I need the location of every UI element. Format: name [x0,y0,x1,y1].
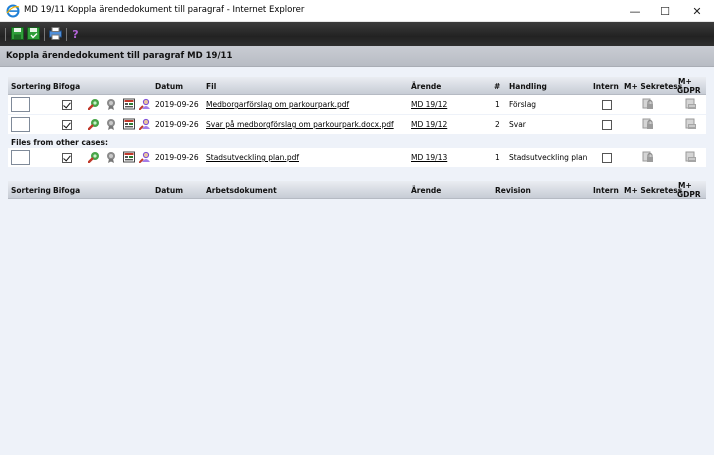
col-sortering[interactable]: Sortering [11,186,51,195]
intern-checkbox[interactable] [602,100,612,110]
col-gdpr-line2[interactable]: GDPR [677,86,701,95]
row-date: 2019-09-26 [155,120,199,129]
col-intern[interactable]: Intern [593,82,619,91]
col-gdpr-line1[interactable]: M+ [678,181,692,190]
intern-checkbox[interactable] [602,153,612,163]
row-handling: Stadsutveckling plan [509,153,588,162]
maximize-button[interactable]: ☐ [648,0,682,22]
add-document-icon[interactable] [88,118,100,130]
document-viewer-icon[interactable] [123,151,135,163]
col-gdpr-line2[interactable]: GDPR [677,190,701,199]
help-icon[interactable]: ? [69,27,82,40]
sort-order-input[interactable] [11,150,30,165]
window-titlebar: MD 19/11 Koppla ärendedokument till para… [0,0,714,22]
col-bifoga[interactable]: Bifoga [53,186,80,195]
save-and-close-icon[interactable] [27,27,40,40]
col-arende[interactable]: Ärende [411,82,441,91]
table-row: 2019-09-26 Stadsutveckling plan.pdf MD 1… [8,148,706,167]
page-title: Koppla ärendedokument till paragraf MD 1… [6,51,233,61]
gdpr-icon[interactable] [685,151,697,163]
row-number: 2 [495,120,500,129]
window-title: MD 19/11 Koppla ärendedokument till para… [24,5,305,15]
close-button[interactable]: ✕ [680,0,714,22]
sort-order-input[interactable] [11,97,30,112]
gdpr-icon[interactable] [685,118,697,130]
row-date: 2019-09-26 [155,153,199,162]
file-link[interactable]: Svar på medborgförslag om parkourpark.do… [206,120,394,129]
secrecy-lock-icon[interactable] [642,118,654,130]
attach-checkbox[interactable] [62,120,72,130]
print-icon[interactable] [49,27,62,40]
work-documents-table-header: Sortering Bifoga Datum Arbetsdokument Är… [8,181,706,199]
approve-seal-icon[interactable] [105,151,117,163]
row-handling: Förslag [509,100,537,109]
col-number[interactable]: # [494,82,500,91]
file-link[interactable]: Medborgarförslag om parkourpark.pdf [206,100,349,109]
user-access-icon[interactable] [139,98,151,110]
col-revision[interactable]: Revision [495,186,531,195]
document-viewer-icon[interactable] [123,98,135,110]
col-bifoga[interactable]: Bifoga [53,82,80,91]
other-cases-label: Files from other cases: [11,138,108,147]
row-number: 1 [495,153,500,162]
minimize-button[interactable]: — [618,0,652,22]
toolbar-separator [5,28,6,41]
approve-seal-icon[interactable] [105,98,117,110]
case-link[interactable]: MD 19/13 [411,153,447,162]
col-sortering[interactable]: Sortering [11,82,51,91]
case-link[interactable]: MD 19/12 [411,100,447,109]
col-arbetsdokument[interactable]: Arbetsdokument [206,186,277,195]
secrecy-lock-icon[interactable] [642,151,654,163]
documents-table-header: Sortering Bifoga Datum Fil Ärende # Hand… [8,77,706,95]
user-access-icon[interactable] [139,151,151,163]
document-viewer-icon[interactable] [123,118,135,130]
toolbar-separator [66,28,67,41]
toolbar: ? [0,22,714,46]
col-datum[interactable]: Datum [155,82,183,91]
user-access-icon[interactable] [139,118,151,130]
attach-checkbox[interactable] [62,153,72,163]
table-row: 2019-09-26 Medborgarförslag om parkourpa… [8,95,706,114]
intern-checkbox[interactable] [602,120,612,130]
row-date: 2019-09-26 [155,100,199,109]
add-document-icon[interactable] [88,151,100,163]
sort-order-input[interactable] [11,117,30,132]
attach-checkbox[interactable] [62,100,72,110]
svg-text:?: ? [72,28,78,40]
table-row: 2019-09-26 Svar på medborgförslag om par… [8,115,706,134]
row-number: 1 [495,100,500,109]
col-sekretess[interactable]: M+ Sekretess [624,186,682,195]
approve-seal-icon[interactable] [105,118,117,130]
case-link[interactable]: MD 19/12 [411,120,447,129]
add-document-icon[interactable] [88,98,100,110]
content-area: Sortering Bifoga Datum Fil Ärende # Hand… [0,67,714,455]
col-datum[interactable]: Datum [155,186,183,195]
col-fil[interactable]: Fil [206,82,216,91]
col-handling[interactable]: Handling [509,82,547,91]
internet-explorer-icon [6,4,20,18]
col-sekretess[interactable]: M+ Sekretess [624,82,682,91]
col-gdpr-line1[interactable]: M+ [678,77,692,86]
secrecy-lock-icon[interactable] [642,98,654,110]
row-handling: Svar [509,120,526,129]
page-title-bar: Koppla ärendedokument till paragraf MD 1… [0,46,714,67]
col-intern[interactable]: Intern [593,186,619,195]
toolbar-separator [44,28,45,41]
save-icon[interactable] [11,27,24,40]
col-arende[interactable]: Ärende [411,186,441,195]
file-link[interactable]: Stadsutveckling plan.pdf [206,153,299,162]
gdpr-icon[interactable] [685,98,697,110]
